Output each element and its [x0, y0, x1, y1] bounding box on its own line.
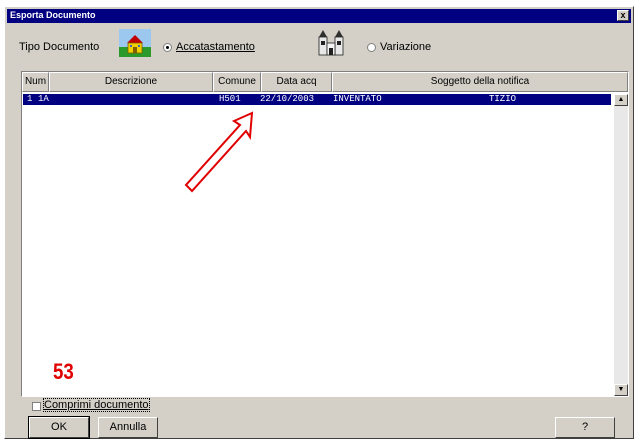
close-button[interactable]: x — [617, 10, 629, 21]
column-header-num[interactable]: Num — [22, 72, 49, 92]
tipo-documento-label: Tipo Documento — [19, 41, 100, 53]
comprimi-checkbox[interactable] — [32, 402, 41, 411]
documents-table[interactable]: Num Descrizione Comune Data acq Soggetto… — [21, 71, 629, 397]
annulla-button[interactable]: Annulla — [98, 417, 158, 438]
annotation-number: 53 — [53, 359, 74, 384]
accatastamento-label[interactable]: Accatastamento — [176, 41, 255, 53]
variazione-radio[interactable] — [367, 43, 376, 52]
scroll-down-button[interactable]: ▼ — [614, 384, 628, 396]
cell-descrizione: 1A — [38, 94, 49, 104]
red-arrow-icon — [184, 111, 254, 193]
scroll-up-button[interactable]: ▲ — [614, 94, 628, 106]
cell-num: 1 — [27, 94, 33, 104]
variazione-label[interactable]: Variazione — [380, 41, 431, 53]
table-row[interactable]: 1 1A H501 22/10/2003 INVENTATO TIZIO — [23, 94, 611, 105]
help-button[interactable]: ? — [555, 417, 615, 438]
vertical-scrollbar[interactable]: ▲ ▼ — [614, 94, 628, 396]
title-bar[interactable]: Esporta Documento x — [7, 9, 631, 23]
cell-soggetto: INVENTATO — [333, 94, 382, 104]
column-header-data-acq[interactable]: Data acq — [261, 72, 332, 92]
export-dialog: Esporta Documento x Tipo Documento Accat… — [4, 6, 634, 439]
window-title: Esporta Documento — [10, 10, 96, 20]
building-icon — [313, 27, 349, 59]
column-header-comune[interactable]: Comune — [213, 72, 261, 92]
comprimi-label[interactable]: Comprimi documento — [43, 398, 150, 412]
house-icon — [117, 27, 153, 59]
cell-comune: H501 — [219, 94, 241, 104]
column-header-soggetto[interactable]: Soggetto della notifica — [332, 72, 628, 92]
column-header-descrizione[interactable]: Descrizione — [49, 72, 213, 92]
cell-data-acq: 22/10/2003 — [260, 94, 315, 104]
ok-button[interactable]: OK — [28, 416, 90, 439]
cell-soggetto-2: TIZIO — [489, 94, 517, 104]
accatastamento-radio[interactable] — [163, 43, 172, 52]
